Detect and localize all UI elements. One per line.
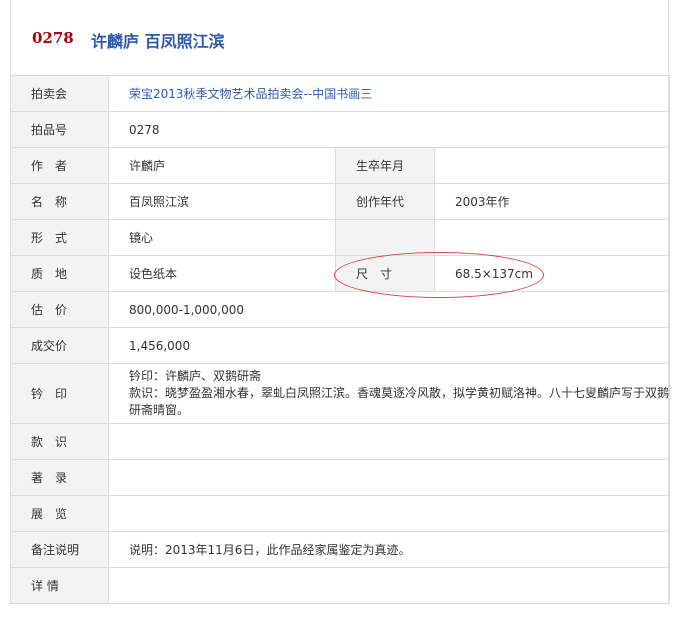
- detail-label: 详 情: [10, 567, 109, 604]
- inscription-line: 款识：晓梦盈盈湘水春，翠虬白凤照江滨。香魂莫逐冷风散，拟学黄初赋洛神。八十七叟麟…: [129, 386, 670, 400]
- lot-value: 0278: [107, 111, 671, 148]
- row-sold: 成交价 1,456,000: [10, 327, 671, 364]
- form-empty-value: [433, 219, 671, 256]
- seal-label: 钤 印: [10, 363, 109, 424]
- size-label: 尺 寸: [335, 255, 435, 292]
- seal-line: 钤印：许麟庐、双鹅研斋: [129, 369, 262, 383]
- form-value: 镜心: [108, 219, 336, 256]
- row-detail: 详 情: [10, 567, 671, 604]
- record-label: 著 录: [10, 459, 109, 496]
- row-name: 名 称 百凤照江滨 创作年代 2003年作: [10, 183, 671, 220]
- row-note: 备注说明 说明：2013年11月6日，此作品经家属鉴定为真迹。: [10, 531, 671, 568]
- creation-year-label: 创作年代: [335, 183, 435, 220]
- note-value: 说明：2013年11月6日，此作品经家属鉴定为真迹。: [107, 531, 671, 568]
- auction-link[interactable]: 荣宝2013秋季文物艺术品拍卖会--中国书画三: [129, 87, 372, 101]
- lot-title: 许麟庐 百凤照江滨: [91, 32, 225, 51]
- form-empty-label: [335, 219, 435, 256]
- birth-death-label: 生卒年月: [335, 147, 435, 184]
- exhibit-value: [107, 495, 671, 532]
- artist-label: 作 者: [10, 147, 109, 184]
- inscription-label: 款 识: [10, 423, 109, 460]
- lot-label: 拍品号: [10, 111, 109, 148]
- auction-label: 拍卖会: [10, 75, 109, 112]
- lot-number: 0278: [32, 29, 74, 47]
- row-inscription: 款 识: [10, 423, 671, 460]
- note-label: 备注说明: [10, 531, 109, 568]
- name-label: 名 称: [10, 183, 109, 220]
- row-estimate: 估 价 800,000-1,000,000: [10, 291, 671, 328]
- form-label: 形 式: [10, 219, 109, 256]
- sold-value: 1,456,000: [107, 327, 671, 364]
- detail-value: [107, 567, 671, 604]
- material-label: 质 地: [10, 255, 109, 292]
- material-value: 设色纸本: [108, 255, 336, 292]
- lot-info-table: 拍卖会 荣宝2013秋季文物艺术品拍卖会--中国书画三 拍品号 0278 作 者…: [10, 75, 671, 604]
- row-seal: 钤 印 钤印：许麟庐、双鹅研斋 款识：晓梦盈盈湘水春，翠虬白凤照江滨。香魂莫逐冷…: [10, 363, 671, 424]
- birth-death-value: [433, 147, 671, 184]
- estimate-label: 估 价: [10, 291, 109, 328]
- creation-year-value: 2003年作: [433, 183, 671, 220]
- row-form: 形 式 镜心: [10, 219, 671, 256]
- estimate-value: 800,000-1,000,000: [107, 291, 671, 328]
- row-lot: 拍品号 0278: [10, 111, 671, 148]
- name-value: 百凤照江滨: [108, 183, 336, 220]
- lot-header: 0278 许麟庐 百凤照江滨: [10, 0, 669, 75]
- inscription-value: [107, 423, 671, 460]
- seal-value: 钤印：许麟庐、双鹅研斋 款识：晓梦盈盈湘水春，翠虬白凤照江滨。香魂莫逐冷风散，拟…: [107, 363, 671, 424]
- row-exhibit: 展 览: [10, 495, 671, 532]
- row-auction: 拍卖会 荣宝2013秋季文物艺术品拍卖会--中国书画三: [10, 75, 671, 112]
- row-record: 著 录: [10, 459, 671, 496]
- sold-label: 成交价: [10, 327, 109, 364]
- row-material: 质 地 设色纸本 尺 寸 68.5×137cm: [10, 255, 671, 292]
- inscription-line-cont: 研斋晴窗。: [129, 403, 190, 417]
- row-artist: 作 者 许麟庐 生卒年月: [10, 147, 671, 184]
- record-value: [107, 459, 671, 496]
- exhibit-label: 展 览: [10, 495, 109, 532]
- size-value: 68.5×137cm: [433, 255, 671, 292]
- artist-value: 许麟庐: [108, 147, 336, 184]
